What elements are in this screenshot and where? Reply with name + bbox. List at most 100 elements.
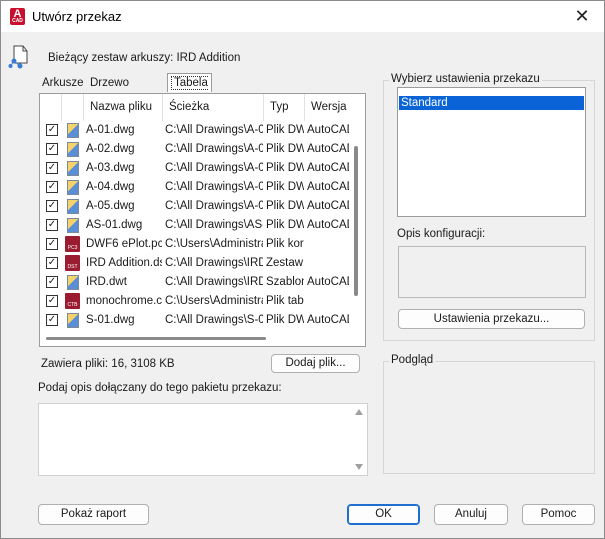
transmittal-setups-button-label: Ustawienia przekazu...: [433, 313, 550, 325]
include-checkbox[interactable]: ✓: [46, 314, 58, 326]
vertical-scrollbar[interactable]: [349, 94, 365, 331]
type-cell: Zestaw: [266, 257, 304, 269]
table-row[interactable]: ✓ IRD Addition.dstC:\All Drawings\IRDZest…: [40, 254, 350, 273]
table-row[interactable]: ✓ DWF6 ePlot.pc3C:\Users\AdministraPlik k…: [40, 235, 350, 254]
file-name-cell: IRD Addition.dst: [86, 257, 162, 269]
header-type[interactable]: Typ: [264, 94, 305, 121]
close-icon: ✕: [574, 6, 590, 26]
config-description-label: Opis konfiguracji:: [397, 228, 486, 240]
description-label: Podaj opis dołączany do tego pakietu prz…: [38, 382, 282, 394]
vertical-scroll-thumb[interactable]: [354, 146, 358, 296]
path-cell: C:\All Drawings\A-0: [165, 162, 263, 174]
version-cell: AutoCAD: [307, 162, 350, 174]
header-check-column[interactable]: [40, 94, 62, 121]
path-cell: C:\All Drawings\A-0: [165, 124, 263, 136]
type-cell: Plik tab: [266, 295, 304, 307]
description-scrollbar[interactable]: [351, 404, 367, 475]
include-checkbox[interactable]: ✓: [46, 124, 58, 136]
file-name-cell: A-04.dwg: [86, 181, 135, 193]
tab-sheets[interactable]: Arkusze: [39, 74, 87, 92]
setup-list[interactable]: Standard: [397, 87, 586, 217]
type-cell: Plik DW: [266, 219, 304, 231]
help-button-label: Pomoc: [540, 508, 577, 520]
file-name-cell: AS-01.dwg: [86, 219, 143, 231]
close-button[interactable]: ✕: [562, 2, 602, 31]
window-title: Utwórz przekaz: [32, 9, 122, 24]
pc3-file-icon: [65, 236, 80, 252]
autocad-app-icon: A CAD: [10, 8, 25, 25]
ctb-file-icon: [65, 293, 80, 309]
app-icon-sub: CAD: [12, 18, 23, 24]
version-cell: AutoCAD: [307, 219, 350, 231]
path-cell: C:\Users\Administra: [165, 238, 263, 250]
table-row[interactable]: ✓ A-04.dwg C:\All Drawings\A-0 Plik DW AutoC…: [40, 178, 350, 197]
scroll-up-arrow-icon[interactable]: [355, 409, 363, 415]
version-cell: AutoCAD: [307, 143, 350, 155]
dialog-body: Bieżący zestaw arkuszy: IRD Addition Ark…: [1, 32, 604, 538]
include-checkbox[interactable]: ✓: [46, 143, 58, 155]
cancel-button-label: Anuluj: [455, 508, 487, 520]
dwg-file-icon: [65, 122, 80, 138]
add-file-button[interactable]: Dodaj plik...: [271, 354, 360, 373]
table-row[interactable]: ✓ S-01.dwg C:\All Drawings\S-0 Plik DW AutoC…: [40, 311, 350, 330]
table-row[interactable]: ✓ monochrome.ctbC:\Users\AdministraPlik t…: [40, 292, 350, 311]
type-cell: Plik DW: [266, 162, 304, 174]
file-name-cell: monochrome.ctb: [86, 295, 162, 307]
scroll-down-arrow-icon[interactable]: [355, 464, 363, 470]
view-report-button[interactable]: Pokaż raport: [38, 504, 149, 525]
path-cell: C:\All Drawings\S-0: [165, 314, 263, 326]
tab-file-table[interactable]: Tabela plików: [167, 73, 212, 108]
preview-group: [383, 361, 595, 474]
transmittal-setups-button[interactable]: Ustawienia przekazu...: [398, 309, 585, 329]
include-checkbox[interactable]: ✓: [46, 162, 58, 174]
type-cell: Plik DW: [266, 200, 304, 212]
version-cell: [307, 235, 350, 254]
include-checkbox[interactable]: ✓: [46, 181, 58, 193]
current-sheetset-label: Bieżący zestaw arkuszy: IRD Addition: [48, 52, 241, 64]
path-cell: C:\Users\Administra: [165, 295, 263, 307]
help-button[interactable]: Pomoc: [522, 504, 595, 525]
file-name-cell: A-02.dwg: [86, 143, 135, 155]
table-row[interactable]: ✓ A-01.dwg C:\All Drawings\A-0 Plik DW AutoC…: [40, 121, 350, 140]
file-name-cell: A-01.dwg: [86, 124, 135, 136]
description-textarea[interactable]: [38, 403, 368, 476]
title-bar: A CAD Utwórz przekaz ✕: [1, 1, 604, 32]
table-row[interactable]: ✓ A-05.dwg C:\All Drawings\A-0 Plik DW AutoC…: [40, 197, 350, 216]
include-checkbox[interactable]: ✓: [46, 295, 58, 307]
include-checkbox[interactable]: ✓: [46, 276, 58, 288]
file-table[interactable]: Nazwa pliku Ścieżka Typ Wersja ✓ A-01.dwg…: [39, 93, 366, 347]
path-cell: C:\All Drawings\A-0: [165, 143, 263, 155]
header-file-name[interactable]: Nazwa pliku: [84, 94, 163, 121]
header-path[interactable]: Ścieżka: [163, 94, 264, 121]
table-row[interactable]: ✓ A-02.dwg C:\All Drawings\A-0 Plik DW AutoC…: [40, 140, 350, 159]
header-icon-column[interactable]: [62, 94, 84, 121]
version-cell: AutoCAD: [307, 276, 350, 288]
setup-item-standard[interactable]: Standard: [399, 96, 584, 110]
table-row[interactable]: ✓ AS-01.dwg C:\All Drawings\AS- Plik DW Auto…: [40, 216, 350, 235]
include-checkbox[interactable]: ✓: [46, 257, 58, 269]
include-checkbox[interactable]: ✓: [46, 219, 58, 231]
cancel-button[interactable]: Anuluj: [434, 504, 508, 525]
tab-file-tree[interactable]: Drzewo plików: [87, 74, 132, 107]
version-cell: AutoCAD: [307, 314, 350, 326]
horizontal-scroll-thumb[interactable]: [46, 337, 266, 340]
ok-button[interactable]: OK: [347, 504, 420, 525]
table-row[interactable]: ✓ A-03.dwg C:\All Drawings\A-0 Plik DW AutoC…: [40, 159, 350, 178]
version-cell: AutoCAD: [307, 200, 350, 212]
version-cell: AutoCAD: [307, 124, 350, 136]
file-name-cell: DWF6 ePlot.pc3: [86, 238, 162, 250]
dst-file-icon: [65, 255, 80, 271]
file-name-cell: IRD.dwt: [86, 276, 127, 288]
table-row[interactable]: ✓ IRD.dwt C:\All Drawings\IRD Szablon AutoCA…: [40, 273, 350, 292]
header-version[interactable]: Wersja: [305, 94, 350, 121]
dwg-file-icon: [65, 179, 80, 195]
setup-group-title: Wybierz ustawienia przekazu: [389, 73, 542, 85]
preview-group-title: Podgląd: [389, 354, 436, 366]
include-checkbox[interactable]: ✓: [46, 200, 58, 212]
file-name-cell: S-01.dwg: [86, 314, 135, 326]
horizontal-scrollbar[interactable]: [40, 330, 350, 346]
include-checkbox[interactable]: ✓: [46, 238, 58, 250]
type-cell: Szablon: [266, 276, 304, 288]
dwt-file-icon: [65, 274, 80, 290]
version-cell: [307, 292, 350, 311]
